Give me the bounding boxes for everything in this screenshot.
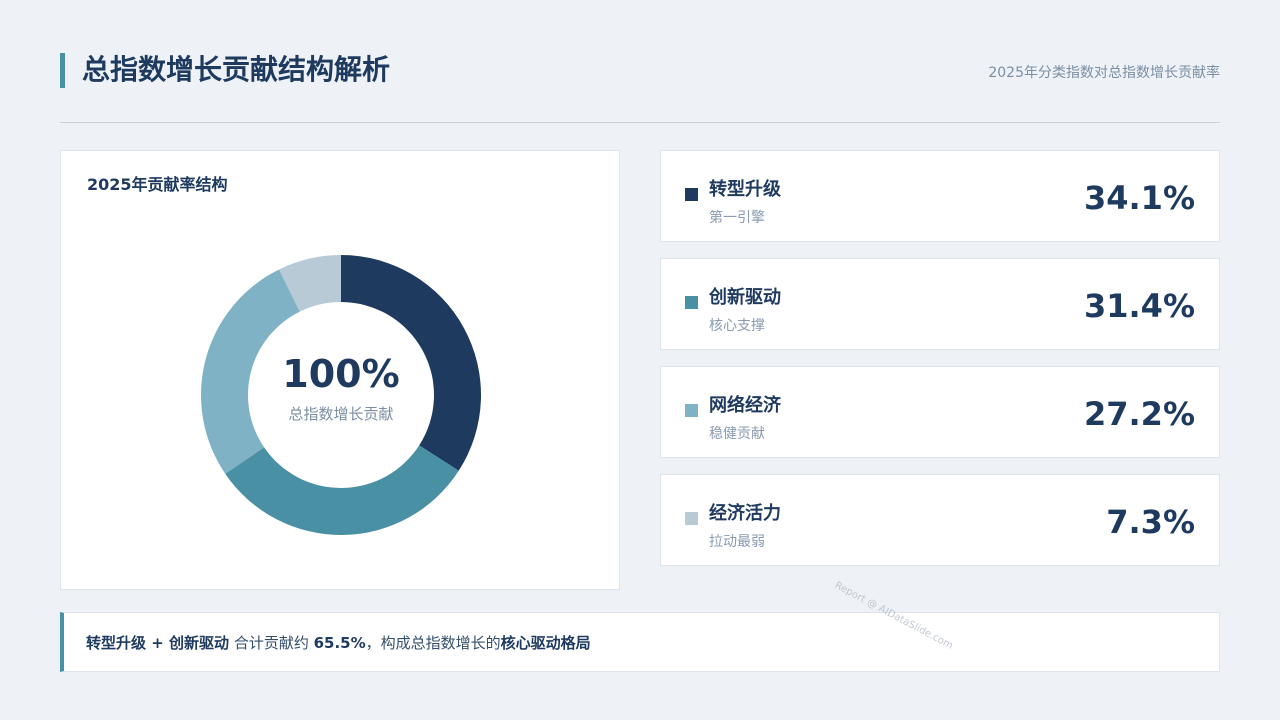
donut-center-label: 总指数增长贡献 xyxy=(288,405,394,423)
summary-plain: ，构成总指数增长的 xyxy=(365,634,501,652)
stat-card-transformation: 转型升级 第一引擎 34.1% xyxy=(660,150,1220,242)
donut-center-value: 100% xyxy=(282,352,400,396)
chart-title: 2025年贡献率结构 xyxy=(87,175,228,194)
stat-value: 27.2% xyxy=(1083,395,1195,433)
summary-highlight: 创新驱动 xyxy=(169,634,230,652)
legend-swatch-icon xyxy=(685,404,698,417)
summary-text: 转型升级 + 创新驱动 合计贡献约 65.5%，构成总指数增长的核心驱动格局 xyxy=(86,632,591,653)
summary-plain: 合计贡献约 xyxy=(229,634,314,652)
legend-swatch-icon xyxy=(685,296,698,309)
stat-desc: 拉动最弱 xyxy=(709,534,765,550)
stat-value: 34.1% xyxy=(1083,179,1195,217)
stat-value: 7.3% xyxy=(1106,503,1195,541)
summary-highlight: 转型升级 xyxy=(86,634,147,652)
header-divider xyxy=(60,122,1220,123)
donut-slice-2 xyxy=(225,445,459,535)
title-accent-bar xyxy=(60,53,65,88)
summary-highlight: 核心驱动格局 xyxy=(500,634,591,652)
chart-card: 2025年贡献率结构 100% 总指数增长贡献 xyxy=(60,150,620,590)
stat-desc: 稳健贡献 xyxy=(709,426,765,442)
summary-plus: + xyxy=(146,634,170,652)
page-title: 总指数增长贡献结构解析 xyxy=(82,53,391,86)
stat-name: 网络经济 xyxy=(709,395,781,416)
stat-value: 31.4% xyxy=(1083,287,1195,325)
stat-card-economic-vitality: 经济活力 拉动最弱 7.3% xyxy=(660,474,1220,566)
stat-name: 转型升级 xyxy=(709,179,781,200)
summary-percent: 65.5% xyxy=(313,634,366,652)
stat-name: 创新驱动 xyxy=(709,287,781,308)
stat-name: 经济活力 xyxy=(709,503,781,524)
summary-bar: 转型升级 + 创新驱动 合计贡献约 65.5%，构成总指数增长的核心驱动格局 xyxy=(60,612,1220,672)
page-subtitle: 2025年分类指数对总指数增长贡献率 xyxy=(988,65,1220,81)
stat-card-innovation: 创新驱动 核心支撑 31.4% xyxy=(660,258,1220,350)
legend-swatch-icon xyxy=(685,512,698,525)
stat-card-network-economy: 网络经济 稳健贡献 27.2% xyxy=(660,366,1220,458)
stat-desc: 核心支撑 xyxy=(709,318,765,334)
legend-swatch-icon xyxy=(685,188,698,201)
stat-desc: 第一引擎 xyxy=(709,210,765,226)
